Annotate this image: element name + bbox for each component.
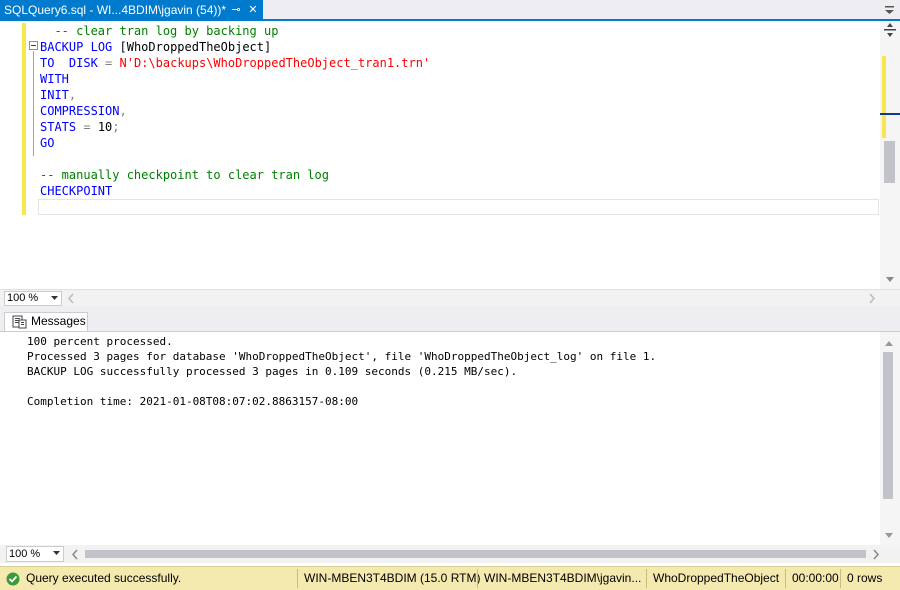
code-line[interactable]: -- clear tran log by backing up bbox=[40, 23, 430, 39]
scroll-left-arrow-icon[interactable] bbox=[71, 549, 79, 560]
code-token: GO bbox=[40, 136, 55, 150]
results-zoom-select[interactable]: 100 % bbox=[6, 546, 64, 562]
code-line[interactable]: GO bbox=[40, 135, 430, 151]
code-token: -- manually checkpoint to clear tran log bbox=[40, 168, 329, 182]
code-line[interactable] bbox=[40, 199, 430, 215]
scroll-down-arrow-icon[interactable] bbox=[884, 273, 896, 285]
code-token: BACKUP bbox=[40, 40, 84, 54]
editor-zoom-bar: 100 % bbox=[0, 289, 900, 306]
document-tab-strip: SQLQuery6.sql - WI...4BDIM\jgavin (54))*… bbox=[0, 0, 900, 21]
code-token: N'D:\backups\WhoDroppedTheObject_tran1.t… bbox=[119, 56, 431, 70]
message-line: Processed 3 pages for database 'WhoDropp… bbox=[27, 350, 657, 363]
change-tracking-bar bbox=[22, 23, 26, 215]
chevron-down-icon bbox=[53, 551, 60, 555]
code-token: , bbox=[68, 88, 77, 102]
status-separator bbox=[646, 569, 647, 588]
results-horizontal-scroll-thumb[interactable] bbox=[85, 550, 866, 558]
results-zoom-bar: 100 % bbox=[0, 545, 900, 563]
scroll-caret-marker bbox=[880, 113, 900, 115]
editor-scroll-thumb[interactable] bbox=[884, 141, 895, 183]
close-icon[interactable]: ✕ bbox=[246, 0, 260, 20]
status-server: WIN-MBEN3T4BDIM (15.0 RTM) bbox=[304, 571, 481, 585]
code-line[interactable] bbox=[40, 151, 430, 167]
message-line: BACKUP LOG successfully processed 3 page… bbox=[27, 365, 518, 378]
status-user: WIN-MBEN3T4BDIM\jgavin... bbox=[484, 571, 642, 585]
status-rows: 0 rows bbox=[847, 571, 883, 585]
code-line[interactable]: COMPRESSION, bbox=[40, 103, 430, 119]
message-line: Completion time: 2021-01-08T08:07:02.886… bbox=[27, 395, 359, 408]
code-token: = bbox=[83, 120, 91, 134]
code-line[interactable]: CHECKPOINT bbox=[40, 183, 430, 199]
editor-gutter bbox=[0, 21, 22, 289]
code-token: , bbox=[119, 104, 127, 118]
editor-zoom-select[interactable]: 100 % bbox=[4, 291, 62, 306]
messages-icon bbox=[12, 315, 27, 329]
code-token: CHECKPOINT bbox=[40, 184, 113, 198]
editor-zoom-value: 100 % bbox=[7, 292, 39, 304]
message-line: 100 percent processed. bbox=[27, 335, 173, 348]
code-token: TO bbox=[40, 56, 55, 70]
code-line[interactable]: INIT, bbox=[40, 87, 430, 103]
code-line[interactable]: BACKUP LOG [WhoDroppedTheObject] bbox=[40, 39, 430, 55]
code-token: DISK bbox=[68, 56, 98, 70]
message-line bbox=[27, 379, 656, 394]
code-token: COMPRESSION bbox=[40, 104, 120, 118]
scroll-right-arrow-icon[interactable] bbox=[872, 549, 880, 560]
check-circle-icon bbox=[6, 572, 20, 586]
split-icon[interactable] bbox=[883, 23, 897, 37]
code-token: -- clear tran log by backing up bbox=[40, 24, 279, 38]
messages-scroll-thumb[interactable] bbox=[883, 352, 893, 499]
tab-messages[interactable]: Messages bbox=[4, 312, 88, 331]
scroll-up-arrow-icon[interactable] bbox=[883, 337, 895, 347]
scroll-down-arrow-icon[interactable] bbox=[883, 530, 895, 540]
messages-pane[interactable]: 100 percent processed. Processed 3 pages … bbox=[0, 331, 900, 546]
code-line[interactable]: WITH bbox=[40, 71, 430, 87]
scroll-right-arrow-icon[interactable] bbox=[868, 293, 876, 304]
scroll-change-marker bbox=[882, 56, 886, 138]
code-line[interactable]: STATS = 10; bbox=[40, 119, 430, 135]
code-token: [WhoDroppedTheObject] bbox=[112, 40, 272, 54]
code-token: INIT bbox=[40, 88, 69, 102]
tab-title: SQLQuery6.sql - WI...4BDIM\jgavin (54))* bbox=[4, 3, 227, 17]
status-database: WhoDroppedTheObject bbox=[653, 571, 780, 585]
code-text[interactable]: -- clear tran log by backing up BACKUP LO… bbox=[40, 23, 430, 215]
code-token: ; bbox=[112, 120, 120, 134]
chevron-down-icon bbox=[51, 296, 58, 300]
status-bar: Query executed successfully. WIN-MBEN3T4… bbox=[0, 566, 900, 590]
code-token: 10 bbox=[90, 120, 113, 134]
query-editor[interactable]: -- clear tran log by backing up BACKUP LO… bbox=[0, 21, 900, 289]
code-token: STATS bbox=[40, 120, 77, 134]
results-zoom-value: 100 % bbox=[9, 548, 41, 560]
status-elapsed: 00:00:00 bbox=[792, 571, 839, 585]
status-message: Query executed successfully. bbox=[26, 571, 182, 585]
code-token: WITH bbox=[40, 72, 69, 86]
status-separator bbox=[297, 569, 298, 588]
fold-line bbox=[33, 51, 34, 156]
status-separator bbox=[840, 569, 841, 588]
messages-text[interactable]: 100 percent processed. Processed 3 pages … bbox=[27, 334, 656, 409]
code-line[interactable]: TO DISK = N'D:\backups\WhoDroppedTheObje… bbox=[40, 55, 430, 71]
tab-messages-label: Messages bbox=[31, 314, 86, 328]
code-token: LOG bbox=[90, 40, 113, 54]
code-line[interactable]: -- manually checkpoint to clear tran log bbox=[40, 167, 430, 183]
status-separator bbox=[477, 569, 478, 588]
pin-icon[interactable]: ⊸ bbox=[229, 0, 243, 20]
status-separator bbox=[785, 569, 786, 588]
collapse-icon[interactable] bbox=[29, 41, 38, 50]
scroll-left-arrow-icon[interactable] bbox=[67, 293, 75, 304]
chevron-down-icon[interactable] bbox=[884, 3, 896, 17]
tab-sqlquery6[interactable]: SQLQuery6.sql - WI...4BDIM\jgavin (54))*… bbox=[0, 0, 263, 21]
results-tab-strip: Messages bbox=[0, 312, 900, 331]
